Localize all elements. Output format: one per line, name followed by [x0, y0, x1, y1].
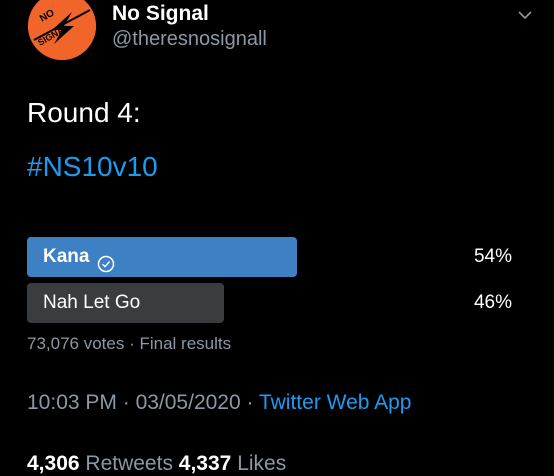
tweet-timestamp: 10:03 PM · 03/05/2020 · Twitter Web App	[27, 391, 412, 415]
retweets-label[interactable]: Retweets	[85, 452, 173, 475]
poll-status: Final results	[139, 334, 232, 353]
hashtag-link[interactable]: #NS10v10	[27, 151, 158, 183]
poll-option-percent: 46%	[473, 292, 512, 313]
check-circle-icon	[97, 248, 115, 273]
poll-option-label: Nah Let Go	[43, 292, 141, 313]
separator: ·	[240, 391, 259, 414]
author-name[interactable]: No Signal	[112, 2, 209, 26]
chevron-down-icon[interactable]	[516, 6, 534, 24]
likes-count[interactable]: 4,337	[179, 452, 232, 475]
tweet-source-link[interactable]: Twitter Web App	[259, 391, 412, 414]
avatar[interactable]: NO SIGNAL	[28, 0, 96, 60]
tweet-stats: 4,306 Retweets 4,337 Likes	[27, 452, 286, 476]
separator: ·	[116, 391, 136, 414]
tweet-text-line-1: Round 4:	[27, 97, 141, 128]
tweet-time[interactable]: 10:03 PM	[27, 391, 117, 414]
poll-meta: 73,076 votes · Final results	[27, 334, 231, 354]
poll-option-label: Kana	[43, 246, 90, 267]
separator: ·	[124, 334, 140, 353]
retweets-count[interactable]: 4,306	[27, 452, 80, 475]
poll-option-kana: Kana 54%	[27, 237, 517, 277]
likes-label[interactable]: Likes	[237, 452, 286, 475]
tweet-date[interactable]: 03/05/2020	[136, 391, 241, 414]
poll-option-percent: 54%	[473, 246, 512, 267]
author-handle[interactable]: @theresnosignall	[112, 28, 267, 51]
poll-votes: 73,076 votes	[27, 334, 125, 353]
lightning-bolt-icon: NO SIGNAL	[28, 0, 96, 60]
poll-option-nah-let-go: Nah Let Go 46%	[27, 283, 517, 323]
tweet-header: NO SIGNAL No Signal @theresnosignall	[28, 0, 554, 60]
